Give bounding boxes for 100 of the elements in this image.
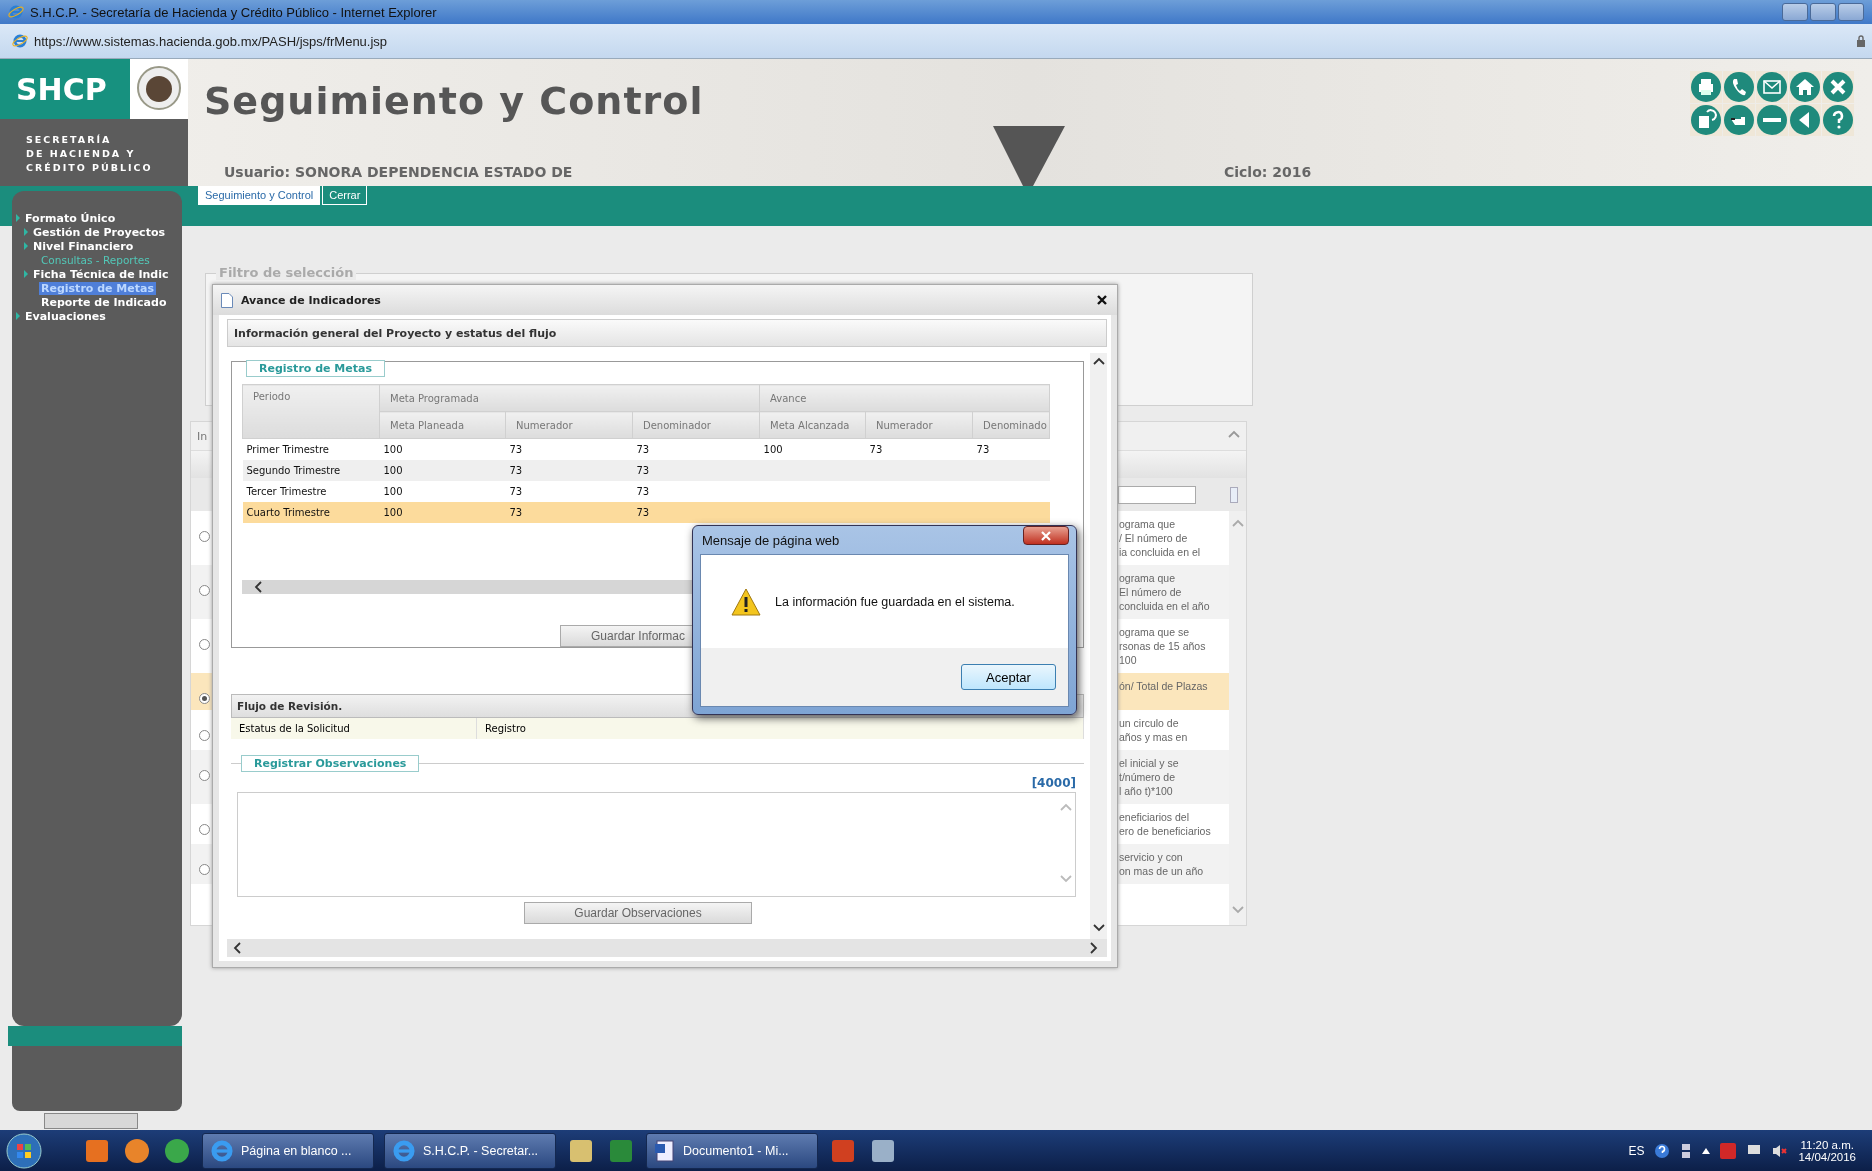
table-cell: 73 <box>509 465 523 476</box>
close-icon <box>1095 293 1109 307</box>
table-cell: 73 <box>976 444 990 455</box>
dialog-title: Mensaje de página web <box>702 532 840 548</box>
radio-button[interactable] <box>199 730 210 741</box>
table-row[interactable]: Primer Trimestre 100 73 73 100 73 73 <box>242 438 1050 460</box>
close-button[interactable] <box>1095 293 1109 307</box>
filter-field[interactable] <box>1118 485 1196 504</box>
radio-button[interactable] <box>199 693 210 704</box>
table-cell: 73 <box>509 486 523 497</box>
status-label: Estatus de la Solicitud <box>231 718 477 739</box>
menu-item[interactable]: Nivel Financiero <box>31 239 136 253</box>
bullet-icon <box>24 242 28 250</box>
dialog-title: Avance de Indicadores <box>241 293 381 307</box>
table-cell: 100 <box>383 444 403 455</box>
radio-button[interactable] <box>199 864 210 875</box>
table-cell: 100 <box>383 507 403 518</box>
mail-icon[interactable] <box>1756 71 1788 103</box>
minimize-button[interactable] <box>1782 3 1808 21</box>
document-icon <box>653 1138 677 1163</box>
table-cell: 73 <box>869 444 883 455</box>
column-header: Meta Planeada <box>379 411 506 439</box>
save-observations-button[interactable]: Guardar Observaciones <box>524 902 752 924</box>
table-cell: Segundo Trimestre <box>246 465 341 476</box>
home-icon[interactable] <box>1789 71 1821 103</box>
logo-text: SHCP <box>0 59 130 119</box>
column-header: Avance <box>759 384 1050 412</box>
document-icon[interactable] <box>1690 104 1722 136</box>
table-cell: 100 <box>763 444 783 455</box>
speaker-muted-icon[interactable] <box>1772 1142 1789 1159</box>
bullet-icon <box>16 214 20 222</box>
menu-item[interactable]: Gestión de Proyectos <box>31 225 167 239</box>
ok-button[interactable]: Aceptar <box>961 664 1056 690</box>
radio-button[interactable] <box>199 585 210 596</box>
column-header: Numerador <box>865 411 973 439</box>
seal-icon <box>136 65 182 111</box>
language-indicator[interactable]: ES <box>1628 1143 1645 1158</box>
radio-button[interactable] <box>199 770 210 781</box>
help-icon[interactable] <box>1654 1142 1671 1159</box>
table-row[interactable]: Cuarto Trimestre 100 73 73 <box>242 502 1050 523</box>
indicator-text: ograma que El número de concluida en el año <box>1118 571 1211 613</box>
table-cell: 100 <box>383 465 403 476</box>
fieldset-legend: Registrar Observaciones <box>241 755 420 772</box>
print-icon[interactable] <box>1690 71 1722 103</box>
table-row[interactable]: Segundo Trimestre 100 73 73 <box>242 460 1050 481</box>
bullet-icon <box>16 312 20 320</box>
column-header: Numerador <box>505 411 633 439</box>
radio-button[interactable] <box>199 824 210 835</box>
maximize-button[interactable] <box>1810 3 1836 21</box>
radio-button[interactable] <box>199 639 210 650</box>
table-row[interactable]: Tercer Trimestre 100 73 73 <box>242 481 1050 502</box>
radio-button[interactable] <box>199 531 210 542</box>
indicator-text: el inicial y se t/número de l año t)*100 <box>1118 756 1180 798</box>
menu-item[interactable]: Formato Único <box>23 211 118 225</box>
bullet-icon <box>24 270 28 278</box>
indicator-text: ograma que se rsonas de 15 años 100 <box>1118 625 1207 667</box>
browser-icon <box>391 1137 417 1164</box>
warning-icon <box>731 587 761 616</box>
back-icon[interactable] <box>1789 104 1821 136</box>
tab[interactable]: Seguimiento y Control <box>198 186 321 205</box>
start-button[interactable] <box>6 1132 42 1169</box>
menu-item[interactable]: Consultas - Reportes <box>39 254 152 266</box>
address-field[interactable]: https://www.sistemas.hacienda.gob.mx/PASH/jsps/frMenu.jsp <box>34 33 388 49</box>
filter-legend: Filtro de selección <box>216 265 357 280</box>
menu-item[interactable]: Evaluaciones <box>23 309 108 323</box>
table-cell: 73 <box>636 486 650 497</box>
scrollbar-thumb[interactable] <box>44 1113 138 1129</box>
fieldset-legend: Registro de Metas <box>246 360 385 377</box>
message-text: La información fue guardada en el sistema. <box>775 594 1015 609</box>
column-header: Meta Alcanzada <box>759 411 866 439</box>
browser-icon <box>8 4 24 20</box>
close-icon[interactable] <box>1822 71 1854 103</box>
cycle-label: Ciclo: 2016 <box>1224 164 1312 180</box>
tab[interactable]: Cerrar <box>322 186 368 205</box>
character-counter: [4000] <box>1030 776 1077 790</box>
section-header: Información general del Proyecto y estatus del flujo <box>227 319 1107 347</box>
header-ornament <box>993 126 1065 186</box>
status-value: Registro <box>477 718 1084 739</box>
menu-item[interactable]: Ficha Técnica de Indic <box>31 267 171 281</box>
agency-name: DE HACIENDA Y <box>26 147 137 161</box>
close-button[interactable] <box>1023 526 1069 545</box>
taskbar-button[interactable]: S.H.C.P. - Secretar... <box>384 1132 556 1169</box>
page-icon <box>12 33 28 49</box>
taskbar-button[interactable]: Página en blanco ... <box>202 1132 374 1169</box>
table-cell: 73 <box>636 465 650 476</box>
taskbar-button[interactable]: Documento1 - Mi... <box>646 1132 818 1169</box>
clock-date: 14/04/2016 <box>1798 1150 1856 1163</box>
caret-icon[interactable] <box>1702 1147 1711 1154</box>
user-label: Usuario: SONORA DEPENDENCIA ESTADO DE <box>223 164 574 180</box>
table-cell: 100 <box>383 486 403 497</box>
indicator-text: un circulo de años y mas en <box>1118 716 1189 744</box>
menu-item[interactable]: Reporte de Indicado <box>39 295 169 309</box>
table-cell: Primer Trimestre <box>246 444 330 455</box>
column-header: In <box>197 429 208 443</box>
minus-icon[interactable] <box>1756 104 1788 136</box>
phone-icon[interactable] <box>1723 71 1755 103</box>
browser-icon <box>209 1137 235 1164</box>
agency-name: SECRETARÍA <box>26 133 113 147</box>
table-cell: 73 <box>509 444 523 455</box>
column-header: Periodo <box>242 384 380 439</box>
